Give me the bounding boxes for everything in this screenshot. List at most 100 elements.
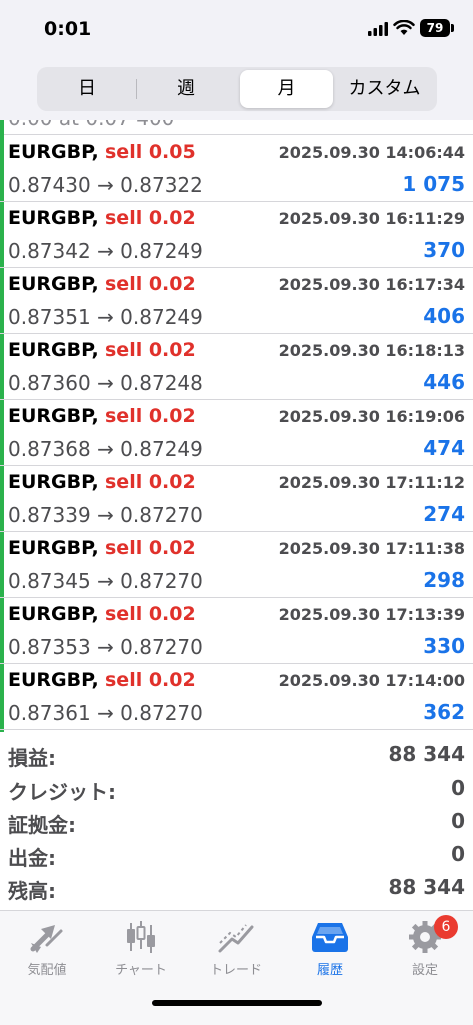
deal-datetime: 2025.09.30 16:11:29 — [278, 209, 465, 228]
deal-side: sell 0.02 — [105, 537, 196, 559]
deal-side: sell 0.02 — [105, 273, 196, 295]
summary-balance-row: 残高: 88 344 — [0, 873, 473, 905]
deal-symbol: EURGBP, — [8, 537, 99, 559]
deal-symbol: EURGBP, — [8, 603, 99, 625]
partial-item-text: 0.00 at 0.07 400 — [8, 120, 174, 130]
deal-profit: 370 — [423, 238, 465, 262]
summary-label: クレジット: — [8, 780, 116, 804]
history-tray-icon — [312, 923, 348, 952]
deal-prices: 0.87430 → 0.87322 — [8, 173, 203, 197]
deal-side: sell 0.02 — [105, 471, 196, 493]
deal-row[interactable]: EURGBP, sell 0.02 2025.09.30 16:17:34 0.… — [0, 267, 473, 334]
deal-datetime: 2025.09.30 16:19:06 — [278, 407, 465, 426]
status-time: 0:01 — [44, 18, 92, 40]
deal-prices: 0.87360 → 0.87248 — [8, 371, 203, 395]
deal-prices: 0.87353 → 0.87270 — [8, 635, 203, 659]
battery-tip — [451, 24, 454, 32]
summary-profit-row: 損益: 88 344 — [0, 740, 473, 772]
summary-withdrawal-row: 出金: 0 — [0, 840, 473, 872]
deal-row[interactable]: EURGBP, sell 0.02 2025.09.30 16:19:06 0.… — [0, 399, 473, 466]
summary-value: 0 — [451, 776, 465, 800]
deal-profit: 298 — [423, 568, 465, 592]
nav-label: チャート — [115, 963, 167, 978]
deal-side: sell 0.02 — [105, 405, 196, 427]
deal-symbol: EURGBP, — [8, 273, 99, 295]
deal-row[interactable]: EURGBP, sell 0.02 2025.09.30 17:11:12 0.… — [0, 465, 473, 532]
deal-row[interactable]: EURGBP, sell 0.02 2025.09.30 17:11:38 0.… — [0, 531, 473, 598]
summary-label: 出金: — [8, 846, 56, 870]
deal-datetime: 2025.09.30 17:13:39 — [278, 605, 465, 624]
history-deals-list[interactable]: 0.00 at 0.07 400 EURGBP, sell 0.05 2025.… — [0, 120, 473, 732]
deal-symbol: EURGBP, — [8, 669, 99, 691]
deal-symbol: EURGBP, — [8, 207, 99, 229]
home-indicator[interactable] — [152, 1000, 322, 1006]
deal-row[interactable]: EURGBP, sell 0.02 2025.09.30 17:13:39 0.… — [0, 597, 473, 664]
battery-indicator: 79 — [420, 19, 450, 37]
nav-label: 気配値 — [27, 963, 67, 978]
deal-row[interactable]: EURGBP, sell 0.02 2025.09.30 16:18:13 0.… — [0, 333, 473, 400]
trade-line-icon — [218, 924, 254, 953]
candlestick-chart-icon — [127, 921, 155, 953]
summary-label: 損益: — [8, 746, 56, 770]
deal-profit: 446 — [423, 370, 465, 394]
deal-symbol: EURGBP, — [8, 471, 99, 493]
tab-week[interactable]: 週 — [138, 70, 234, 108]
status-bar: 0:01 79 — [0, 0, 473, 60]
notification-badge: 6 — [434, 915, 458, 939]
deal-datetime: 2025.09.30 16:17:34 — [278, 275, 465, 294]
summary-value: 88 344 — [388, 742, 465, 766]
nav-trade[interactable]: トレード — [189, 919, 283, 989]
deal-row[interactable]: EURGBP, sell 0.02 2025.09.30 16:11:29 0.… — [0, 201, 473, 268]
quotes-arrows-icon — [30, 925, 63, 953]
deal-prices: 0.87351 → 0.87249 — [8, 305, 203, 329]
period-segmented-control: 日 週 月 カスタム — [37, 67, 437, 111]
deal-profit: 330 — [423, 634, 465, 658]
tab-custom[interactable]: カスタム — [335, 70, 434, 108]
summary-value: 88 344 — [388, 875, 465, 899]
deal-symbol: EURGBP, — [8, 339, 99, 361]
partial-list-item[interactable]: 0.00 at 0.07 400 — [0, 120, 473, 134]
tab-day[interactable]: 日 — [40, 70, 134, 108]
nav-chart[interactable]: チャート — [94, 919, 188, 989]
cellular-signal-icon — [368, 22, 388, 36]
nav-quotes[interactable]: 気配値 — [0, 919, 94, 989]
deal-symbol: EURGBP, — [8, 141, 99, 163]
deal-datetime: 2025.09.30 17:11:12 — [278, 473, 465, 492]
deal-symbol: EURGBP, — [8, 405, 99, 427]
deal-datetime: 2025.09.30 17:14:00 — [278, 671, 465, 690]
deal-side: sell 0.05 — [105, 141, 196, 163]
tab-divider — [136, 79, 137, 99]
nav-settings[interactable]: 6 設定 — [378, 915, 472, 989]
summary-margin-row: 証拠金: 0 — [0, 807, 473, 839]
deal-side: sell 0.02 — [105, 339, 196, 361]
deal-side: sell 0.02 — [105, 603, 196, 625]
deal-prices: 0.87368 → 0.87249 — [8, 437, 203, 461]
deal-row[interactable]: EURGBP, sell 0.02 2025.09.30 17:14:00 0.… — [0, 663, 473, 730]
nav-label: 履歴 — [316, 963, 343, 978]
summary-value: 0 — [451, 809, 465, 833]
deal-prices: 0.87345 → 0.87270 — [8, 569, 203, 593]
deal-profit: 474 — [423, 436, 465, 460]
summary-value: 0 — [451, 842, 465, 866]
deal-profit: 406 — [423, 304, 465, 328]
deal-row[interactable]: EURGBP, sell 0.05 2025.09.30 14:06:44 0.… — [0, 135, 473, 202]
summary-credit-row: クレジット: 0 — [0, 774, 473, 806]
nav-label: 設定 — [411, 963, 438, 978]
deal-datetime: 2025.09.30 16:18:13 — [278, 341, 465, 360]
deal-datetime: 2025.09.30 14:06:44 — [278, 143, 465, 162]
bottom-tab-bar: 気配値 チャート トレード 履歴 6 設定 — [0, 910, 473, 1025]
period-tabs-container: 日 週 月 カスタム — [0, 60, 473, 120]
summary-label: 証拠金: — [8, 813, 76, 837]
deal-prices: 0.87342 → 0.87249 — [8, 239, 203, 263]
tab-month[interactable]: 月 — [240, 70, 333, 108]
deal-profit: 1 075 — [402, 172, 465, 196]
deal-profit: 362 — [423, 700, 465, 724]
deal-datetime: 2025.09.30 17:11:38 — [278, 539, 465, 558]
deal-prices: 0.87339 → 0.87270 — [8, 503, 203, 527]
deal-profit: 274 — [423, 502, 465, 526]
nav-history[interactable]: 履歴 — [283, 919, 377, 989]
deal-side: sell 0.02 — [105, 207, 196, 229]
nav-label: トレード — [209, 963, 262, 978]
deal-prices: 0.87361 → 0.87270 — [8, 701, 203, 725]
summary-label: 残高: — [8, 879, 56, 903]
